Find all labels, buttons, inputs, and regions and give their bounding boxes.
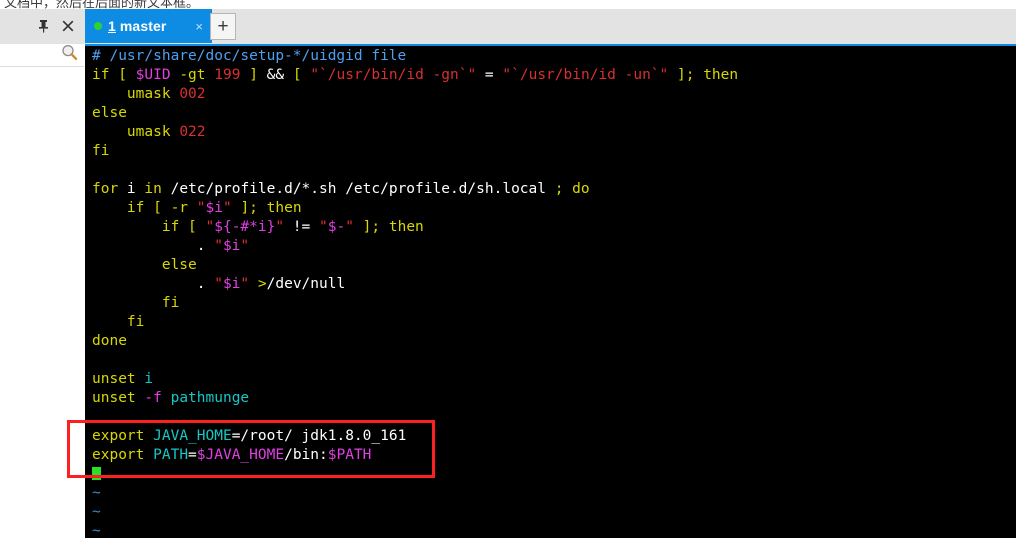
terminal-line: if [ $UID -gt 199 ] && [ "`/usr/bin/id -… (92, 66, 1016, 85)
terminal-line: ~ (92, 522, 1016, 538)
close-icon[interactable] (60, 18, 76, 34)
terminal-line: else (92, 104, 1016, 123)
left-panel-body (0, 68, 84, 538)
terminal-line: if [ -r "$i" ]; then (92, 199, 1016, 218)
terminal-line: . "$i" >/dev/null (92, 275, 1016, 294)
terminal-line: if [ "${-#*i}" != "$-" ]; then (92, 218, 1016, 237)
left-side-panel (0, 44, 86, 538)
pin-icon[interactable] (35, 18, 51, 34)
terminal-line: unset i (92, 370, 1016, 389)
terminal-line: . "$i" (92, 237, 1016, 256)
terminal-line: umask 022 (92, 123, 1016, 142)
terminal-line (92, 161, 1016, 180)
terminal-line: ~ (92, 484, 1016, 503)
terminal-cursor-line (92, 465, 1016, 484)
tab-index: 1 (108, 18, 116, 34)
terminal-line: # /usr/share/doc/setup-*/uidgid file (92, 47, 1016, 66)
tab-bar-left-controls (0, 9, 85, 43)
cursor-block (92, 467, 101, 480)
terminal-line: fi (92, 313, 1016, 332)
tab-bar: 1 master × + (0, 9, 1016, 45)
search-icon[interactable] (61, 44, 78, 66)
line-text-l1: # /usr/share/doc/setup-*/uidgid file (92, 48, 406, 64)
terminal-line-export-path: export PATH=$JAVA_HOME/bin:$PATH (92, 446, 1016, 465)
terminal-line: done (92, 332, 1016, 351)
tab-status-dot (94, 22, 102, 30)
terminal-line: fi (92, 294, 1016, 313)
terminal-text-buffer: # /usr/share/doc/setup-*/uidgid file if … (92, 47, 1016, 538)
terminal-line: else (92, 256, 1016, 275)
terminal-tab-master[interactable]: 1 master × (85, 9, 212, 43)
tab-label: 1 master (108, 18, 187, 34)
terminal-line (92, 351, 1016, 370)
clipped-header-text: 文档中，然后在后面的新文本框。 (4, 0, 199, 9)
terminal-line: unset -f pathmunge (92, 389, 1016, 408)
terminal-line-export-java-home: export JAVA_HOME=/root/ jdk1.8.0_161 (92, 427, 1016, 446)
terminal-line: umask 002 (92, 85, 1016, 104)
tab-name: master (116, 18, 167, 34)
new-tab-button[interactable]: + (210, 13, 236, 40)
tab-bar-empty-area (236, 9, 1016, 43)
terminal-line (92, 408, 1016, 427)
clipped-header-strip: 文档中，然后在后面的新文本框。 (0, 0, 1016, 9)
vim-tilde: ~ (92, 523, 101, 538)
terminal-pane[interactable]: # /usr/share/doc/setup-*/uidgid file if … (85, 44, 1016, 538)
terminal-line: ~ (92, 503, 1016, 522)
search-input[interactable] (0, 44, 84, 67)
vim-tilde: ~ (92, 504, 101, 520)
terminal-line: fi (92, 142, 1016, 161)
app-window: 文档中，然后在后面的新文本框。 1 master (0, 0, 1016, 538)
vim-tilde: ~ (92, 485, 101, 501)
tab-close-icon[interactable]: × (193, 20, 205, 33)
terminal-line: for i in /etc/profile.d/*.sh /etc/profil… (92, 180, 1016, 199)
